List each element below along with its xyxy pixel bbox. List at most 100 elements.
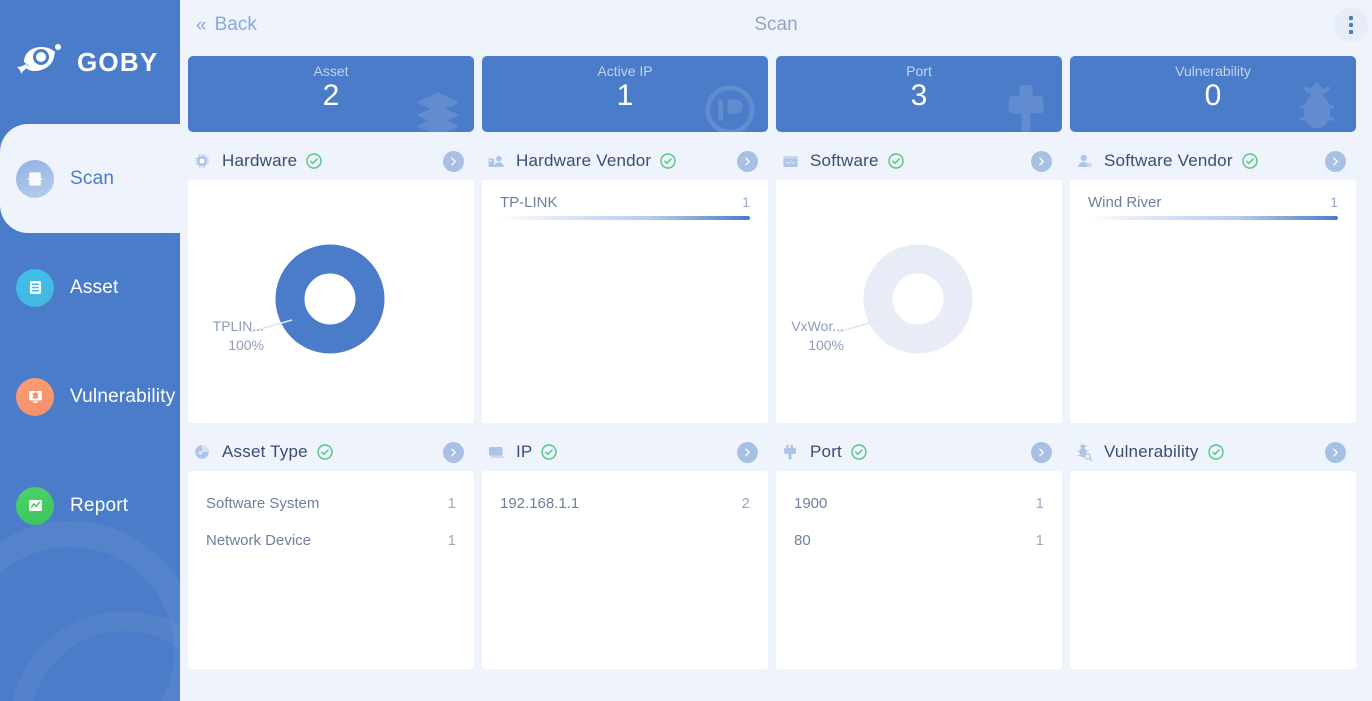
check-circle-icon: [317, 444, 333, 460]
back-label: Back: [214, 14, 257, 35]
bar-list: Wind River 1: [1070, 180, 1356, 220]
goby-fish-logo-icon: [16, 40, 68, 84]
donut-label-text: TPLIN...: [212, 318, 264, 334]
asset-database-icon: [16, 268, 54, 307]
sidebar-nav: Scan Asset Vulnerability Report: [0, 96, 180, 560]
brand-name: GOBY: [77, 46, 159, 77]
list-item-value: 1: [447, 532, 456, 549]
stat-label: Asset: [313, 63, 349, 79]
list-item[interactable]: 1900 1: [794, 485, 1044, 522]
sidebar-item-label: Asset: [70, 276, 119, 298]
list-item[interactable]: Wind River 1: [1088, 194, 1338, 211]
topbar: « Back Scan: [180, 0, 1372, 50]
panel-header: Asset Type: [188, 433, 474, 471]
software-donut-chart: VxWor... 100%: [776, 180, 1062, 423]
check-circle-icon: [660, 153, 677, 169]
list-item[interactable]: 80 1: [794, 522, 1044, 559]
panel-vulnerability: Vulnerability: [1070, 433, 1356, 669]
chevron-right-circle-icon[interactable]: [1325, 151, 1346, 172]
panel-title: Asset Type: [222, 442, 308, 461]
page-title: Scan: [754, 14, 798, 35]
app-root: GOBY Scan Asset Vulnerability Report « B…: [0, 0, 1372, 701]
panel-body: Software System 1 Network Device 1: [188, 471, 474, 669]
port-plug-icon: [1000, 80, 1052, 132]
panel-header: </> Software: [776, 142, 1062, 180]
list-item-value: 1: [1035, 495, 1044, 512]
sidebar-item-vulnerability[interactable]: Vulnerability: [0, 342, 180, 451]
panel-title: Software: [810, 151, 879, 170]
panel-software: </> Software VxWor... 100%: [776, 142, 1062, 423]
sidebar-item-scan[interactable]: Scan: [0, 96, 180, 261]
list-item-label: Wind River: [1088, 194, 1162, 211]
stat-label: Vulnerability: [1175, 63, 1251, 79]
stat-card-vulnerability[interactable]: Vulnerability 0: [1070, 56, 1356, 132]
panel-title: IP: [516, 442, 533, 461]
list-item-value: 1: [742, 194, 750, 210]
donut-slice-label: VxWor... 100%: [776, 317, 844, 355]
sidebar-item-asset[interactable]: Asset: [0, 233, 180, 342]
panel-body: [1070, 471, 1356, 669]
scan-icon: [16, 159, 54, 198]
list-item-label: Network Device: [206, 532, 312, 549]
chevron-right-circle-icon[interactable]: [443, 442, 464, 463]
sidebar-item-label: Report: [70, 494, 129, 516]
panel-title: Software Vendor: [1104, 151, 1233, 170]
bar-list: TP-LINK 1: [482, 180, 768, 220]
stat-label: Active IP: [597, 63, 653, 79]
cpu-chip-icon: [192, 151, 212, 171]
list-item-value: 2: [741, 495, 750, 512]
panel-body: 1900 1 80 1: [776, 471, 1062, 669]
kebab-dot: [1349, 16, 1353, 20]
list-item[interactable]: Network Device 1: [206, 522, 456, 559]
panel-asset-type: Asset Type Software System 1 Network Dev…: [188, 433, 474, 669]
panel-header: Port: [776, 433, 1062, 471]
kebab-menu-icon[interactable]: [1334, 8, 1368, 42]
stat-card-asset[interactable]: Asset 2: [188, 56, 474, 132]
stat-card-active-ip[interactable]: Active IP 1: [482, 56, 768, 132]
sidebar-item-label: Scan: [70, 167, 115, 189]
chevron-right-circle-icon[interactable]: [1325, 442, 1346, 463]
check-circle-icon: [541, 444, 558, 460]
list-item[interactable]: Software System 1: [206, 485, 456, 522]
stat-label: Port: [906, 63, 932, 79]
progress-bar: [1088, 216, 1338, 220]
panel-row-2: Asset Type Software System 1 Network Dev…: [180, 423, 1372, 669]
panel-title: Hardware Vendor: [516, 151, 652, 170]
chevron-right-circle-icon[interactable]: [1031, 151, 1052, 172]
list-item-label: 1900: [794, 495, 828, 512]
panel-hardware: Hardware TPLIN... 100%: [188, 142, 474, 423]
plain-list: Software System 1 Network Device 1: [188, 471, 474, 559]
list-item[interactable]: TP-LINK 1: [500, 194, 750, 211]
chevron-right-circle-icon[interactable]: [1031, 442, 1052, 463]
kebab-dot: [1349, 30, 1353, 34]
panel-body: VxWor... 100%: [776, 180, 1062, 423]
ip-badge-icon: [702, 82, 758, 132]
chevron-right-circle-icon[interactable]: [737, 151, 758, 172]
stat-card-port[interactable]: Port 3: [776, 56, 1062, 132]
panel-header: IP: [482, 433, 768, 471]
bug-search-icon: [1074, 442, 1094, 462]
vulnerability-bug-icon: [16, 377, 54, 416]
list-item-value: 1: [447, 495, 456, 512]
pie-chart-icon: [192, 442, 212, 462]
list-item-label: Software System: [206, 495, 320, 512]
list-item-value: 1: [1330, 194, 1338, 210]
panel-row-1: Hardware TPLIN... 100% Hardware Vendor T…: [180, 132, 1372, 423]
sidebar-item-report[interactable]: Report: [0, 451, 180, 560]
vendor-person-icon: [486, 151, 506, 171]
donut-label-text: VxWor...: [791, 318, 844, 334]
donut-slice-label: TPLIN... 100%: [188, 317, 264, 355]
progress-bar: [500, 216, 750, 220]
chevron-right-circle-icon[interactable]: [443, 151, 464, 172]
chevron-right-circle-icon[interactable]: [737, 442, 758, 463]
code-window-icon: </>: [780, 151, 800, 171]
panel-ip: IP 192.168.1.1 2: [482, 433, 768, 669]
panel-body: TP-LINK 1: [482, 180, 768, 423]
list-item[interactable]: 192.168.1.1 2: [500, 485, 750, 522]
monitor-icon: [486, 442, 506, 462]
layers-icon: [412, 86, 464, 132]
list-item-label: 192.168.1.1: [500, 495, 580, 512]
panel-hardware-vendor: Hardware Vendor TP-LINK 1: [482, 142, 768, 423]
back-button[interactable]: « Back: [196, 14, 257, 36]
sidebar-item-label: Vulnerability: [70, 385, 176, 407]
